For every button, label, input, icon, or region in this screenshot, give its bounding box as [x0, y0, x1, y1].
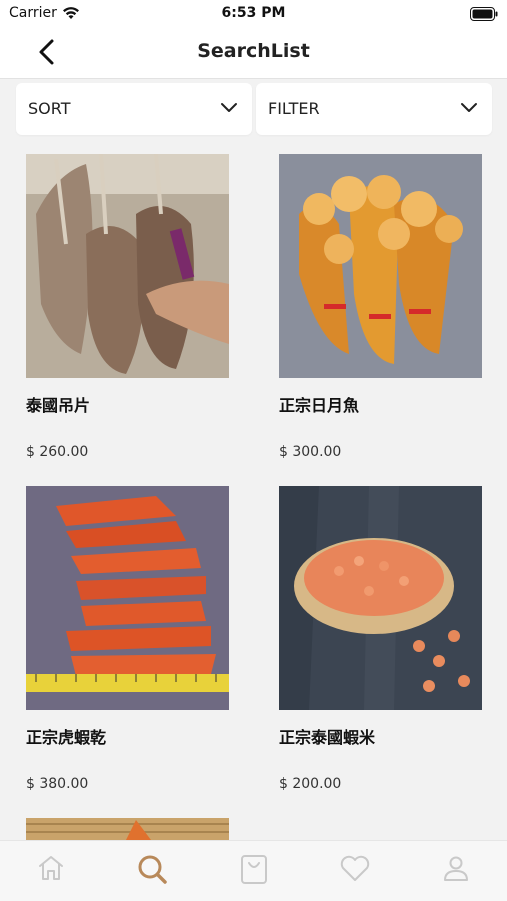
- filter-label: FILTER: [268, 99, 320, 118]
- tab-search[interactable]: [132, 853, 172, 889]
- product-image[interactable]: [26, 486, 229, 710]
- chevron-down-icon: [461, 103, 477, 112]
- product-price: $ 300.00: [279, 444, 342, 460]
- product-name[interactable]: 正宗泰國蝦米: [279, 724, 375, 748]
- tab-profile[interactable]: [436, 853, 476, 889]
- product-price: $ 200.00: [279, 776, 342, 792]
- product-image[interactable]: [26, 818, 229, 840]
- product-price: $ 380.00: [26, 776, 89, 792]
- product-image[interactable]: [26, 154, 229, 378]
- product-name[interactable]: 泰國吊片: [26, 392, 90, 416]
- home-icon: [39, 856, 63, 880]
- product-price: $ 260.00: [26, 444, 89, 460]
- product-image[interactable]: [279, 154, 482, 378]
- battery-icon: [470, 6, 498, 25]
- navigation-bar: SearchList: [0, 28, 507, 79]
- tab-bar: [0, 840, 507, 901]
- chevron-down-icon: [221, 103, 237, 112]
- status-time: 6:53 PM: [221, 5, 286, 21]
- tab-cart[interactable]: [234, 853, 274, 889]
- tab-home[interactable]: [31, 853, 71, 889]
- product-name[interactable]: 正宗虎蝦乾: [26, 724, 106, 748]
- sort-dropdown[interactable]: SORT: [16, 83, 252, 135]
- heart-icon: [340, 855, 370, 881]
- page-title: SearchList: [197, 40, 310, 62]
- profile-icon: [444, 856, 468, 881]
- cart-bag-icon: [241, 855, 267, 884]
- product-image[interactable]: [279, 486, 482, 710]
- sort-label: SORT: [28, 99, 71, 118]
- tab-favorites[interactable]: [335, 853, 375, 889]
- status-bar: Carrier 6:53 PM: [0, 0, 507, 28]
- filter-dropdown[interactable]: FILTER: [256, 83, 492, 135]
- search-icon: [138, 855, 167, 884]
- product-name[interactable]: 正宗日月魚: [279, 392, 359, 416]
